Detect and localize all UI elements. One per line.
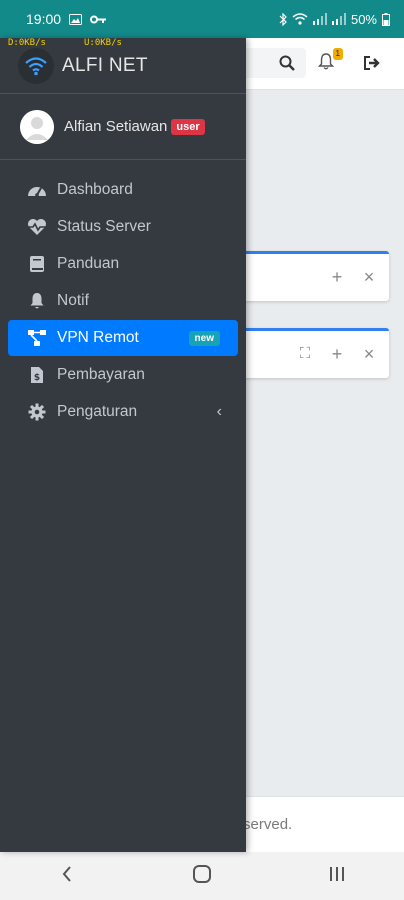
user-name: Alfian Setiawan [64,118,168,135]
sidebar-item-pengaturan[interactable]: Pengaturan ‹ [8,394,238,430]
svg-text:$: $ [34,373,40,383]
sidebar-item-dashboard[interactable]: Dashboard [8,172,238,208]
sidebar-item-status-server[interactable]: Status Server [8,209,238,245]
sidebar-item-vpn-remot[interactable]: VPN Remot new [8,320,238,356]
wifi-logo-icon [18,47,54,84]
tachometer-icon [26,179,48,201]
chevron-left-icon: ‹ [216,403,222,420]
avatar [20,109,54,144]
system-nav-bar [0,852,404,900]
sidebar-item-label: Notif [57,292,89,309]
sidebar-item-label: Status Server [57,218,151,235]
sidebar-item-panduan[interactable]: Panduan [8,246,238,282]
sidebar-item-label: Pengaturan [57,403,138,420]
gear-icon [26,401,48,423]
book-icon [26,253,48,275]
sidebar-item-notif[interactable]: Notif [8,283,238,319]
search-icon[interactable] [276,52,298,74]
battery-icon [382,12,390,26]
notification-count-badge: 1 [332,48,343,60]
sidebar-item-label: Pembayaran [57,366,145,383]
bell-icon [317,52,335,75]
back-icon [61,865,73,888]
bluetooth-icon [279,12,287,26]
sidebar-item-label: Dashboard [57,181,133,198]
expand-button[interactable]: + [327,344,347,364]
user-panel[interactable]: Alfian Setiawan user [0,94,246,160]
recents-icon [328,866,346,887]
sidebar: ALFI NET Alfian Setiawan user Dashboard … [0,38,246,852]
close-button[interactable]: × [359,267,379,287]
brand-name: ALFI NET [62,54,148,76]
sidebar-item-label: Panduan [57,255,120,272]
footer-text: All rights reserved. [246,816,293,833]
card-tools: + × [327,267,379,287]
notification-button[interactable]: 1 [315,48,343,75]
invoice-icon: $ [26,364,48,386]
back-button[interactable] [47,856,87,896]
expand-button[interactable]: + [327,267,347,287]
gallery-icon [69,13,83,25]
recents-button[interactable] [317,856,357,896]
network-icon [26,327,48,349]
maximize-button[interactable]: ⛶ [295,344,315,364]
status-bar: 19:00 50% [0,0,404,38]
battery-percent: 50% [350,11,377,27]
signal-icon-2 [331,13,346,25]
close-button[interactable]: × [359,344,379,364]
home-button[interactable] [182,856,222,896]
signal-icon [312,13,327,25]
new-badge: new [188,330,220,346]
wifi-icon [292,13,308,25]
user-role-badge: user [171,118,205,135]
vpn-key-icon [90,15,107,24]
download-speed: D:0KB/s [8,38,46,48]
sidebar-item-label: VPN Remot [57,329,139,346]
logout-icon[interactable] [361,52,383,74]
sidebar-item-pembayaran[interactable]: $ Pembayaran [8,357,238,393]
sidebar-menu: Dashboard Status Server Panduan Notif VP… [0,160,246,430]
bell-icon [26,290,48,312]
card-tools: ⛶ + × [295,344,379,364]
heartbeat-icon [26,216,48,238]
status-time: 19:00 [26,11,62,27]
home-icon [192,864,212,889]
upload-speed: U:0KB/s [84,38,122,48]
